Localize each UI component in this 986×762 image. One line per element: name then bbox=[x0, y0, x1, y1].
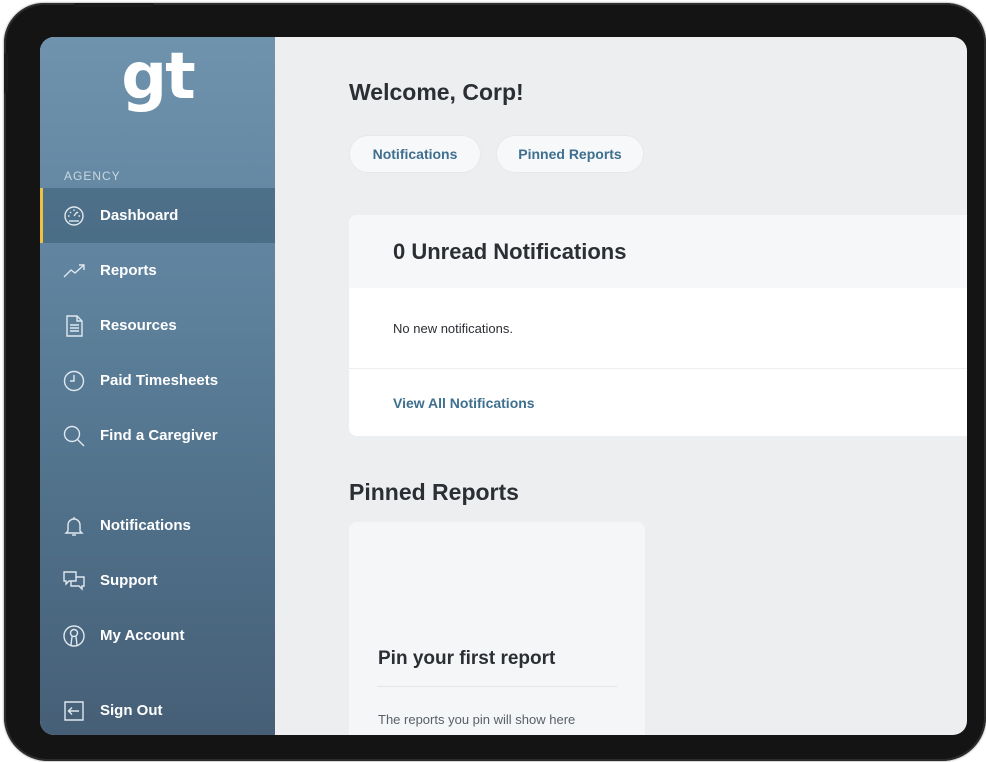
page-title: Welcome, Corp! bbox=[349, 79, 524, 105]
main-content: Welcome, Corp! Notifications Pinned Repo… bbox=[275, 37, 967, 735]
bell-icon bbox=[62, 514, 86, 538]
sidebar: gt AGENCY Dashboard Reports Resources Pa… bbox=[40, 37, 275, 735]
sidebar-item-label: Notifications bbox=[100, 517, 191, 534]
tab-notifications[interactable]: Notifications bbox=[349, 135, 481, 173]
tablet-top-button bbox=[74, 3, 154, 7]
sidebar-item-find-a-caregiver[interactable]: Find a Caregiver bbox=[40, 408, 275, 463]
sidebar-item-sign-out[interactable]: Sign Out bbox=[40, 683, 275, 735]
pin-card-divider bbox=[377, 686, 617, 687]
dashboard-gauge-icon bbox=[62, 204, 86, 228]
pinned-reports-heading: Pinned Reports bbox=[349, 479, 519, 505]
sidebar-item-label: Support bbox=[100, 572, 158, 589]
app-screen: gt AGENCY Dashboard Reports Resources Pa… bbox=[40, 37, 967, 735]
tablet-volume-button bbox=[4, 53, 8, 93]
app-logo[interactable]: gt bbox=[40, 41, 275, 113]
document-icon bbox=[62, 314, 86, 338]
chat-bubbles-icon bbox=[62, 569, 86, 593]
search-icon bbox=[62, 424, 86, 448]
pin-card-title: Pin your first report bbox=[378, 648, 556, 669]
user-circle-icon bbox=[62, 624, 86, 648]
tab-pinned-reports[interactable]: Pinned Reports bbox=[496, 135, 644, 173]
sidebar-item-my-account[interactable]: My Account bbox=[40, 608, 275, 663]
pinned-report-placeholder-card: Pin your first report The reports you pi… bbox=[349, 522, 645, 735]
clock-icon bbox=[62, 369, 86, 393]
sidebar-section-label: AGENCY bbox=[64, 169, 121, 183]
sidebar-item-resources[interactable]: Resources bbox=[40, 298, 275, 353]
trend-line-icon bbox=[62, 259, 86, 283]
pin-card-text: The reports you pin will show here bbox=[378, 712, 576, 727]
sidebar-item-paid-timesheets[interactable]: Paid Timesheets bbox=[40, 353, 275, 408]
tablet-frame: gt AGENCY Dashboard Reports Resources Pa… bbox=[4, 3, 986, 761]
sidebar-item-reports[interactable]: Reports bbox=[40, 243, 275, 298]
sidebar-item-label: My Account bbox=[100, 627, 185, 644]
notifications-card: 0 Unread Notifications No new notificati… bbox=[349, 215, 967, 436]
sidebar-item-label: Dashboard bbox=[100, 207, 179, 224]
sidebar-item-label: Sign Out bbox=[100, 702, 163, 719]
notifications-empty-message: No new notifications. bbox=[349, 288, 967, 369]
sidebar-item-support[interactable]: Support bbox=[40, 553, 275, 608]
sidebar-item-dashboard[interactable]: Dashboard bbox=[40, 188, 275, 243]
notifications-card-title: 0 Unread Notifications bbox=[349, 215, 967, 288]
sidebar-item-label: Paid Timesheets bbox=[100, 372, 219, 389]
view-all-notifications-link[interactable]: View All Notifications bbox=[349, 369, 967, 436]
sidebar-item-label: Find a Caregiver bbox=[100, 427, 218, 444]
sidebar-item-label: Reports bbox=[100, 262, 157, 279]
sidebar-item-notifications[interactable]: Notifications bbox=[40, 498, 275, 553]
sidebar-item-label: Resources bbox=[100, 317, 177, 334]
sign-out-icon bbox=[62, 699, 86, 723]
